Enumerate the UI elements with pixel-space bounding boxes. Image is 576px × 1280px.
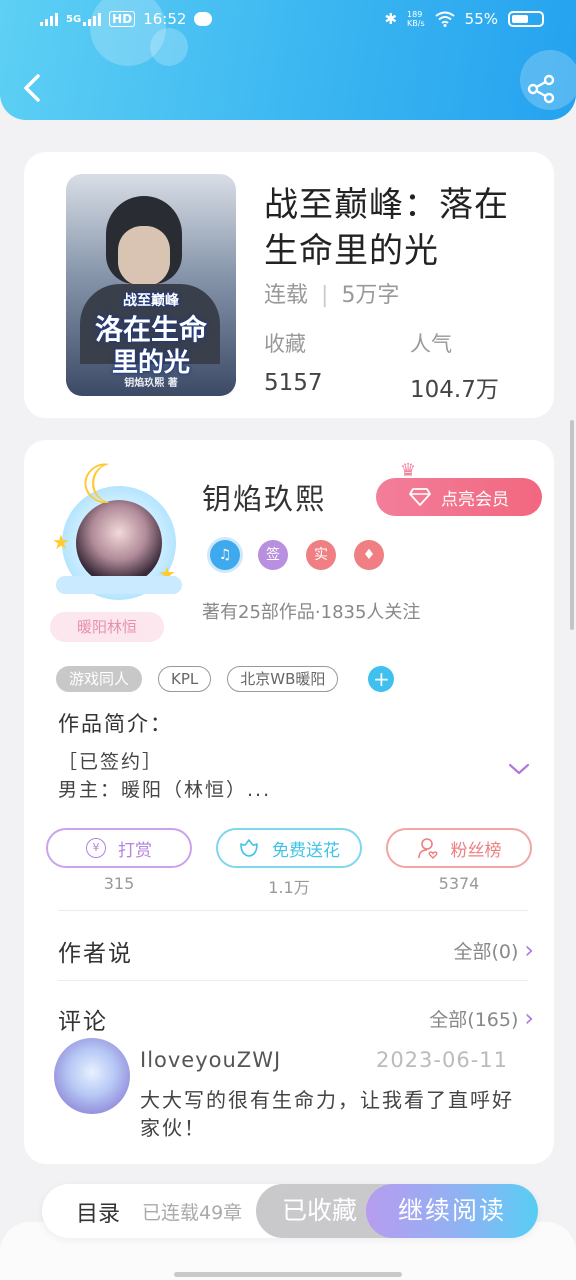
diamond-icon: [409, 488, 431, 506]
author-says-title: 作者说: [58, 941, 133, 967]
book-title: 战至巅峰：落在生命里的光: [264, 185, 509, 271]
book-meta: 连载 | 5万字: [264, 283, 400, 308]
back-icon[interactable]: [18, 70, 46, 106]
net-speed: 189 KB/s: [407, 10, 425, 28]
author-card: ☾ ★ ★ 暖阳林恒 钥焰玖熙 ♛ 点亮会员 ♫ 签 实 ♦ 著有25部作品·1…: [24, 440, 554, 1164]
user-heart-icon: [417, 838, 438, 859]
flower-icon: [240, 839, 258, 857]
book-status: 连载: [264, 283, 309, 308]
signal-icon: [40, 12, 58, 26]
status-bar: 5G HD 16:52 ✱ 189 KB/s 55%: [0, 8, 576, 34]
continue-reading-button[interactable]: 继续阅读: [366, 1184, 538, 1238]
toc-button[interactable]: 目录: [76, 1196, 120, 1228]
author-badges: ♫ 签 实 ♦: [210, 540, 384, 570]
book-word-count: 5万字: [341, 283, 400, 308]
reward-count: 315: [103, 874, 135, 893]
comment-username[interactable]: IloveyouZWJ: [140, 1048, 281, 1072]
book-cover[interactable]: 战至巅峰 洛在生命 里的光 钥焰玖熙 著: [66, 174, 236, 396]
comments-more[interactable]: 全部(165) ›: [429, 1004, 534, 1032]
moon-icon: ☾: [80, 453, 129, 516]
popularity-value: 104.7万: [410, 377, 499, 403]
author-says-more[interactable]: 全部(0) ›: [453, 936, 534, 964]
fan-rank-button[interactable]: 粉丝榜: [386, 828, 532, 868]
intro-text[interactable]: ［已签约］ 男主：暖阳（林恒）...: [58, 748, 271, 804]
cover-author-text: 钥焰玖熙 著: [124, 378, 178, 389]
send-flower-button[interactable]: 免费送花: [216, 828, 362, 868]
intro-line: ［已签约］: [58, 751, 164, 773]
chevron-right-icon: ›: [524, 1004, 534, 1032]
cover-figure-face: [118, 226, 170, 286]
scrollbar[interactable]: [570, 420, 574, 630]
vip-button[interactable]: 点亮会员: [376, 478, 542, 516]
fan-count: 5374: [438, 874, 480, 893]
wifi-icon: [435, 11, 455, 27]
author-nickname-tag: 暖阳林恒: [50, 612, 164, 642]
popularity-stat: 人气 104.7万: [410, 328, 499, 404]
coin-icon: ¥: [86, 838, 106, 858]
top-header: 5G HD 16:52 ✱ 189 KB/s 55%: [0, 0, 576, 120]
home-indicator[interactable]: [174, 1272, 402, 1277]
intro-line: 男主：暖阳（林恒）...: [58, 779, 272, 801]
star-icon: ★: [52, 530, 70, 554]
book-info-card: 战至巅峰 洛在生命 里的光 钥焰玖熙 著 战至巅峰：落在生命里的光 连载 | 5…: [24, 152, 554, 418]
hd-badge: HD: [109, 11, 136, 27]
author-name[interactable]: 钥焰玖熙: [202, 476, 326, 518]
add-tag-icon[interactable]: +: [368, 666, 395, 692]
popularity-label: 人气: [410, 332, 452, 356]
intro-title: 作品简介：: [58, 712, 173, 736]
bluetooth-icon: ✱: [384, 10, 398, 28]
flower-count: 1.1万: [268, 878, 310, 897]
status-time: 16:52: [143, 10, 187, 28]
tag-list: 游戏同人 KPL 北京WB暖阳 +: [56, 666, 395, 692]
author-avatar-frame[interactable]: ☾ ★ ★: [50, 453, 186, 600]
tag-item[interactable]: 北京WB暖阳: [227, 666, 339, 692]
wechat-icon: [194, 12, 213, 26]
serial-chapter-count: 已连载49章: [142, 1202, 243, 1224]
cover-series-text: 战至巅峰: [123, 293, 179, 309]
network-type: 5G: [66, 13, 82, 25]
author-description: 著有25部作品·1835人关注: [202, 602, 421, 623]
music-badge-icon[interactable]: ♫: [210, 540, 240, 570]
favorites-value: 5157: [264, 370, 323, 396]
diamond-badge-icon[interactable]: ♦: [354, 540, 384, 570]
favorites-stat: 收藏 5157: [264, 328, 323, 396]
signal-icon: [83, 12, 102, 26]
chevron-down-icon[interactable]: [508, 762, 530, 776]
reward-button[interactable]: ¥ 打赏: [46, 828, 192, 868]
tag-item[interactable]: 游戏同人: [56, 666, 143, 692]
divider: [58, 910, 528, 911]
cloud-decor: [56, 576, 182, 594]
bottom-action-bar: 目录 已连载49章 已收藏 继续阅读: [42, 1184, 538, 1238]
comment-text[interactable]: 大大写的很有生命力，让我看了直呼好家伙！: [140, 1086, 520, 1142]
action-buttons: ¥ 打赏 免费送花 粉丝榜: [46, 828, 532, 868]
comment-date: 2023-06-11: [375, 1048, 508, 1072]
divider: [58, 980, 528, 981]
signed-badge-icon[interactable]: 签: [258, 540, 288, 570]
favorites-label: 收藏: [264, 332, 306, 356]
comment-user-avatar[interactable]: [54, 1038, 130, 1114]
chevron-right-icon: ›: [524, 936, 534, 964]
share-icon[interactable]: [526, 74, 556, 104]
battery-icon: [508, 11, 544, 27]
battery-percent: 55%: [464, 10, 498, 28]
verified-badge-icon[interactable]: 实: [306, 540, 336, 570]
comments-title: 评论: [58, 1009, 108, 1035]
tag-item[interactable]: KPL: [158, 666, 212, 692]
